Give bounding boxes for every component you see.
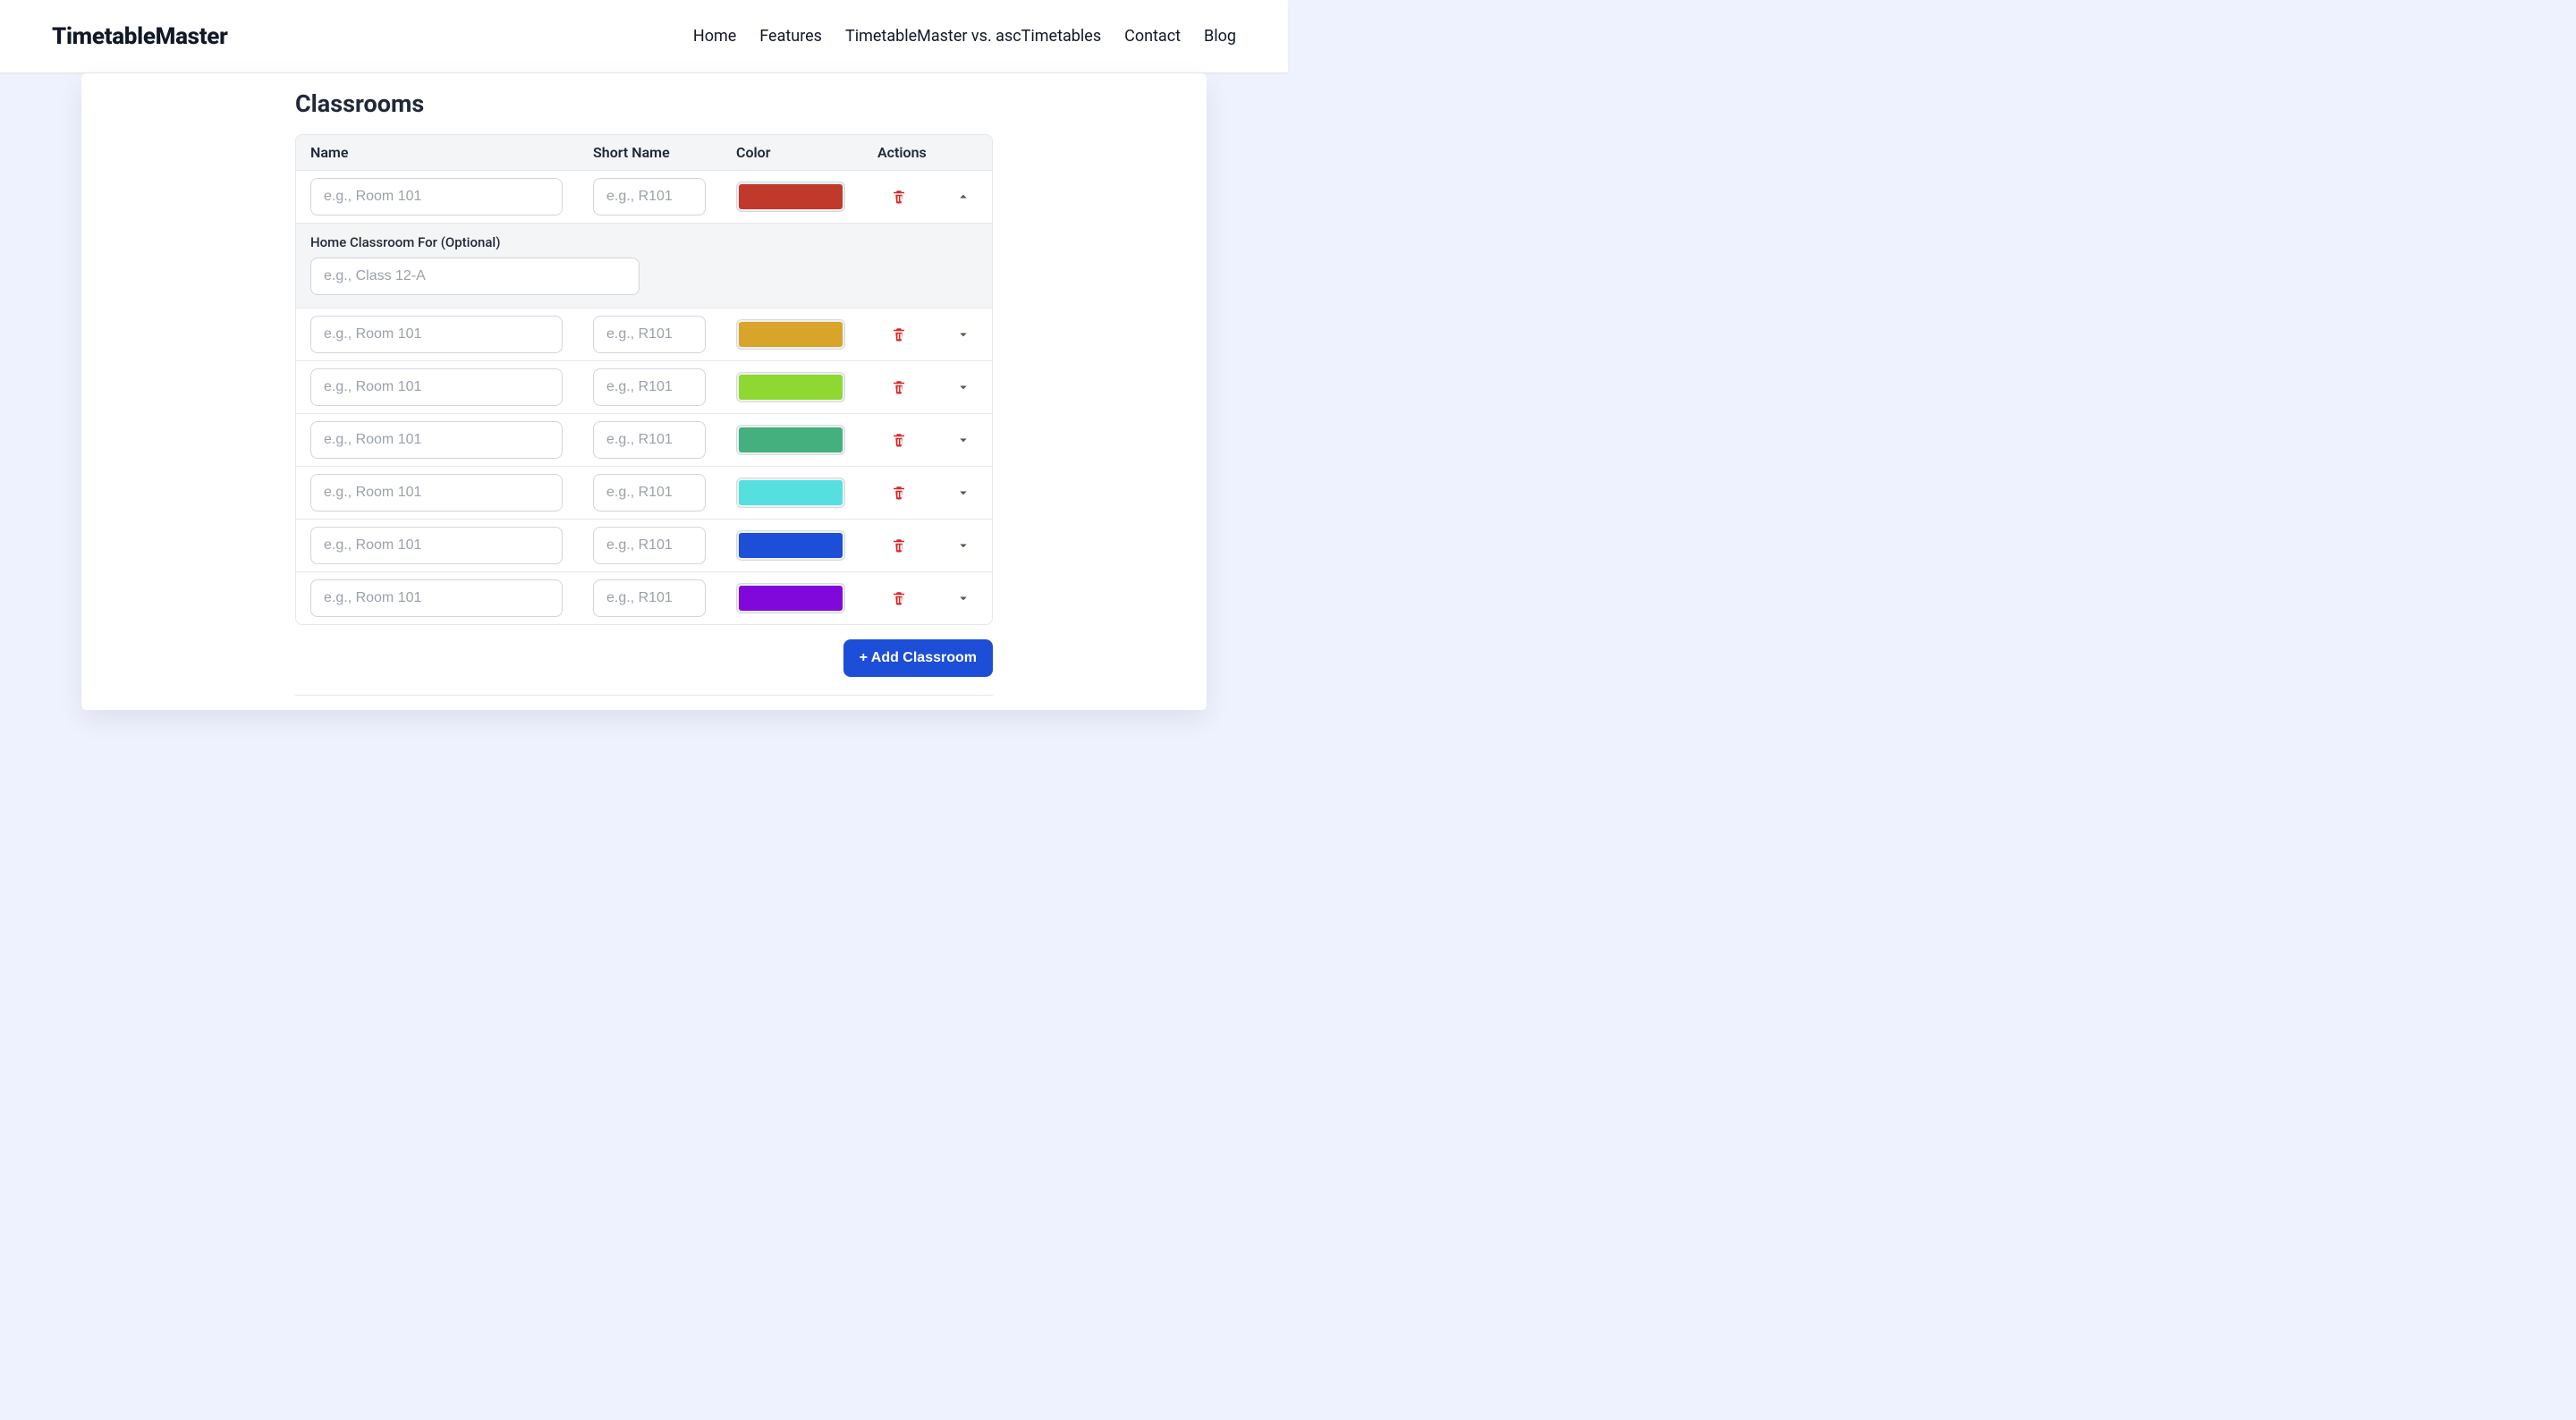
collapse-button[interactable] bbox=[953, 186, 974, 207]
chevron-down-icon bbox=[955, 326, 971, 342]
classroom-name-input[interactable] bbox=[310, 178, 563, 216]
table-row bbox=[296, 171, 992, 223]
trash-icon bbox=[891, 326, 907, 342]
add-classroom-button[interactable]: + Add Classroom bbox=[843, 639, 993, 677]
table-row bbox=[296, 413, 992, 466]
color-swatch[interactable] bbox=[736, 182, 845, 212]
trash-icon bbox=[891, 590, 907, 606]
chevron-down-icon bbox=[955, 485, 971, 501]
classroom-name-input[interactable] bbox=[310, 527, 563, 564]
color-swatch[interactable] bbox=[736, 319, 845, 350]
classroom-name-input[interactable] bbox=[310, 579, 563, 617]
delete-button[interactable] bbox=[888, 535, 910, 556]
topbar: TimetableMaster Home Features TimetableM… bbox=[0, 0, 1288, 73]
classroom-name-input[interactable] bbox=[310, 421, 563, 459]
expanded-panel: Home Classroom For (Optional) bbox=[296, 223, 992, 308]
th-short: Short Name bbox=[593, 144, 736, 161]
th-name: Name bbox=[310, 144, 593, 161]
trash-icon bbox=[891, 485, 907, 501]
expand-button[interactable] bbox=[953, 376, 974, 398]
page-wrap: Classrooms Name Short Name Color Actions… bbox=[0, 73, 1288, 710]
table-header: Name Short Name Color Actions bbox=[296, 135, 992, 171]
nav-contact[interactable]: Contact bbox=[1124, 27, 1181, 46]
trash-icon bbox=[891, 537, 907, 554]
classrooms-table: Name Short Name Color Actions Home Class… bbox=[295, 134, 993, 625]
classroom-short-input[interactable] bbox=[593, 368, 706, 406]
classroom-short-input[interactable] bbox=[593, 421, 706, 459]
nav-home[interactable]: Home bbox=[693, 27, 736, 46]
classroom-name-input[interactable] bbox=[310, 474, 563, 511]
classroom-short-input[interactable] bbox=[593, 474, 706, 511]
delete-button[interactable] bbox=[888, 587, 910, 609]
th-actions: Actions bbox=[877, 144, 993, 161]
chevron-down-icon bbox=[955, 432, 971, 448]
table-row bbox=[296, 571, 992, 624]
expand-button[interactable] bbox=[953, 324, 974, 345]
delete-button[interactable] bbox=[888, 324, 910, 345]
delete-button[interactable] bbox=[888, 376, 910, 398]
expand-button[interactable] bbox=[953, 535, 974, 556]
trash-icon bbox=[891, 432, 907, 448]
expand-button[interactable] bbox=[953, 587, 974, 609]
brand-title: TimetableMaster bbox=[52, 23, 228, 50]
table-row bbox=[296, 519, 992, 571]
home-classroom-label: Home Classroom For (Optional) bbox=[310, 234, 978, 250]
delete-button[interactable] bbox=[888, 186, 910, 207]
expand-button[interactable] bbox=[953, 482, 974, 503]
chevron-down-icon bbox=[955, 590, 971, 606]
nav-compare[interactable]: TimetableMaster vs. ascTimetables bbox=[845, 27, 1101, 46]
trash-icon bbox=[891, 189, 907, 205]
trash-icon bbox=[891, 379, 907, 395]
delete-button[interactable] bbox=[888, 429, 910, 451]
chevron-down-icon bbox=[955, 379, 971, 395]
nav-features[interactable]: Features bbox=[759, 27, 822, 46]
color-swatch[interactable] bbox=[736, 583, 845, 613]
top-nav: Home Features TimetableMaster vs. ascTim… bbox=[693, 27, 1236, 46]
chevron-down-icon bbox=[955, 537, 971, 554]
section-divider bbox=[295, 695, 993, 696]
classroom-name-input[interactable] bbox=[310, 316, 563, 353]
chevron-up-icon bbox=[955, 189, 971, 205]
color-swatch[interactable] bbox=[736, 425, 845, 455]
table-row bbox=[296, 466, 992, 519]
table-body: Home Classroom For (Optional) bbox=[296, 171, 992, 624]
color-swatch[interactable] bbox=[736, 530, 845, 561]
classroom-short-input[interactable] bbox=[593, 579, 706, 617]
color-swatch[interactable] bbox=[736, 478, 845, 508]
table-row bbox=[296, 360, 992, 413]
th-color: Color bbox=[736, 144, 877, 161]
expand-button[interactable] bbox=[953, 429, 974, 451]
delete-button[interactable] bbox=[888, 482, 910, 503]
section-title: Classrooms bbox=[295, 89, 993, 118]
classroom-name-input[interactable] bbox=[310, 368, 563, 406]
color-swatch[interactable] bbox=[736, 372, 845, 402]
table-row bbox=[296, 308, 992, 360]
classroom-short-input[interactable] bbox=[593, 178, 706, 216]
outer-card: Classrooms Name Short Name Color Actions… bbox=[81, 73, 1207, 710]
classroom-short-input[interactable] bbox=[593, 316, 706, 353]
classroom-short-input[interactable] bbox=[593, 527, 706, 564]
nav-blog[interactable]: Blog bbox=[1204, 27, 1236, 46]
home-classroom-input[interactable] bbox=[310, 258, 640, 295]
